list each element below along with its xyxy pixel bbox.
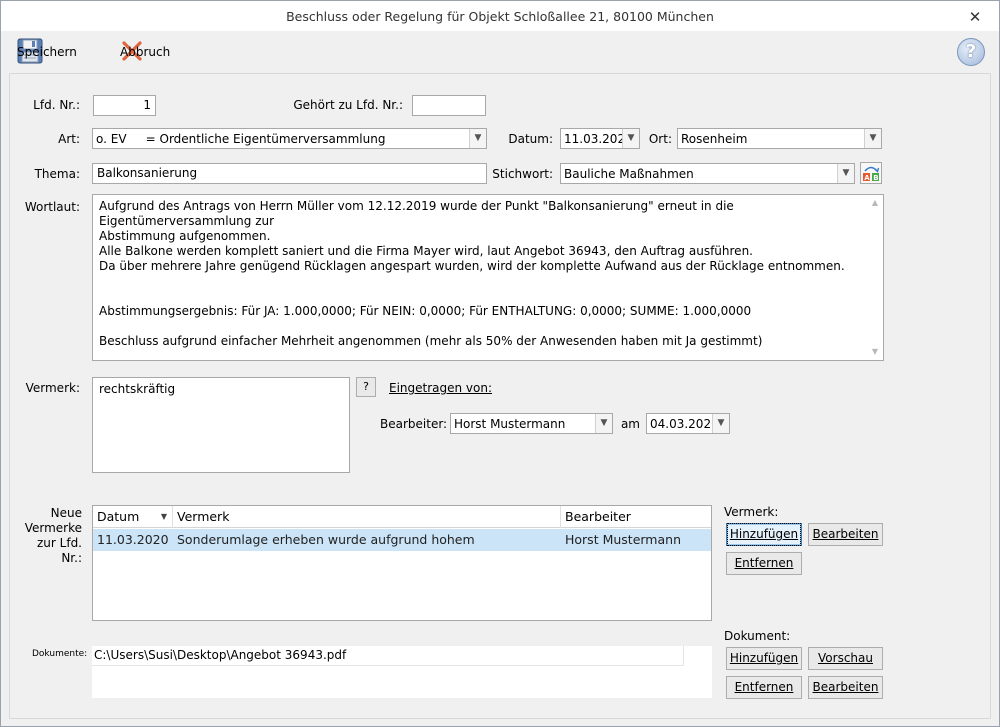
wortlaut-line: Alle Balkone werden komplett saniert und… — [99, 244, 753, 258]
chevron-down-icon[interactable]: ▼ — [837, 164, 854, 183]
neue-vermerke-label-line: Neue — [50, 506, 82, 520]
dialog-window: Beschluss oder Regelung für Objekt Schlo… — [0, 0, 1000, 727]
dokument-actions-label: Dokument: — [724, 629, 791, 643]
cell-vermerk: Sonderumlage erheben wurde aufgrund hohe… — [177, 532, 475, 547]
dokument-add-label: Hinzufügen — [729, 651, 799, 665]
form-panel: Lfd. Nr.: 1 Gehört zu Lfd. Nr.: Art: o. … — [9, 73, 991, 719]
vermerk-add-label: Hinzufügen — [726, 523, 802, 546]
wortlaut-textarea[interactable]: Aufgrund des Antrags von Herrn Müller vo… — [92, 194, 884, 361]
bearbeiter-select-value: Horst Mustermann — [454, 417, 566, 431]
am-label: am — [620, 417, 640, 431]
dokument-preview-label: Vorschau — [818, 651, 873, 665]
cell-bearbeiter: Horst Mustermann — [565, 532, 681, 547]
bearbeiter-select[interactable]: Horst Mustermann ▼ — [450, 413, 613, 434]
lfd-nr-label: Lfd. Nr.: — [33, 98, 80, 112]
chevron-down-icon[interactable]: ▼ — [469, 129, 486, 148]
scroll-down-icon[interactable]: ▼ — [867, 344, 883, 360]
title-bar: Beschluss oder Regelung für Objekt Schlo… — [1, 1, 999, 31]
lfd-nr-input[interactable]: 1 — [93, 95, 156, 116]
list-item[interactable]: C:\Users\Susi\Desktop\Angebot 36943.pdf — [92, 646, 684, 666]
column-header-bearbeiter[interactable]: Bearbeiter — [561, 506, 711, 528]
eingetragen-von-label: Eingetragen von: — [389, 381, 493, 395]
vermerk-textarea[interactable]: rechtskräftig — [92, 377, 350, 473]
vermerk-actions-label: Vermerk: — [724, 505, 779, 519]
chevron-down-icon[interactable]: ▼ — [712, 414, 729, 433]
datum-label: Datum: — [508, 132, 553, 146]
chevron-down-icon[interactable]: ▼ — [622, 129, 639, 148]
toolbar: Speichern Abbruch ? — [9, 31, 991, 73]
table-header: Datum ▼ Vermerk Bearbeiter — [93, 506, 711, 528]
dokument-preview-button[interactable]: Vorschau — [808, 647, 883, 670]
art-select-value: o. EV = Ordentliche Eigentümerversammlun… — [96, 132, 386, 146]
vermerk-remove-button[interactable]: Entfernen — [726, 552, 802, 575]
cancel-button[interactable]: Abbruch — [120, 38, 170, 66]
column-header-datum[interactable]: Datum ▼ — [93, 506, 173, 528]
vermerk-remove-label: Entfernen — [734, 556, 794, 570]
column-header-datum-label: Datum — [97, 509, 140, 524]
dokument-edit-label: Bearbeiten — [812, 680, 879, 694]
vermerke-table[interactable]: Datum ▼ Vermerk Bearbeiter 11.03.2020 So… — [92, 505, 712, 621]
help-icon[interactable]: ? — [957, 38, 985, 66]
bearbeiter-label: Bearbeiter: — [380, 417, 448, 431]
wortlaut-line: Abstimmung aufgenommen. — [99, 229, 271, 243]
dokumente-list[interactable]: C:\Users\Susi\Desktop\Angebot 36943.pdf — [92, 646, 712, 698]
vermerk-add-button[interactable]: Hinzufügen — [726, 523, 802, 546]
neue-vermerke-label-line: Nr.: — [61, 551, 82, 565]
stichwort-label: Stichwort: — [492, 167, 553, 181]
thema-label: Thema: — [34, 167, 80, 181]
svg-text:A: A — [864, 174, 870, 182]
wortlaut-line: Da über mehrere Jahre genügend Rücklagen… — [99, 259, 845, 273]
sort-down-icon: ▼ — [160, 512, 167, 521]
am-date-value: 04.03.2020 — [650, 417, 719, 431]
datum-select[interactable]: 11.03.2020 ▼ — [560, 128, 640, 149]
neue-vermerke-label-line: Vermerke — [24, 521, 82, 535]
stichwort-select-value: Bauliche Maßnahmen — [564, 167, 694, 181]
art-label: Art: — [58, 132, 80, 146]
gehoert-zu-input[interactable] — [412, 95, 486, 116]
gehoert-zu-label: Gehört zu Lfd. Nr.: — [293, 98, 403, 112]
vermerk-help-button[interactable]: ? — [356, 377, 376, 397]
dokument-remove-button[interactable]: Entfernen — [726, 676, 802, 699]
column-header-vermerk[interactable]: Vermerk — [173, 506, 561, 528]
vermerk-label: Vermerk: — [25, 381, 80, 395]
table-row[interactable]: 11.03.2020 Sonderumlage erheben wurde au… — [93, 529, 711, 551]
wortlaut-scrollbar[interactable]: ▲ ▼ — [867, 195, 883, 360]
cell-datum: 11.03.2020 — [97, 532, 169, 547]
save-button[interactable]: Speichern — [17, 38, 77, 66]
dokument-remove-label: Entfernen — [734, 680, 794, 694]
stichwort-select[interactable]: Bauliche Maßnahmen ▼ — [560, 163, 855, 184]
dokumente-label: Dokumente: — [32, 649, 88, 659]
chevron-down-icon[interactable]: ▼ — [595, 414, 612, 433]
wortlaut-line: Aufgrund des Antrags von Herrn Müller vo… — [99, 199, 734, 228]
art-select[interactable]: o. EV = Ordentliche Eigentümerversammlun… — [92, 128, 487, 149]
thema-input[interactable]: Balkonsanierung — [92, 163, 487, 184]
ort-select-value: Rosenheim — [681, 132, 748, 146]
neue-vermerke-label: Neue Vermerke zur Lfd. Nr.: — [20, 506, 82, 566]
vermerk-edit-button[interactable]: Bearbeiten — [808, 523, 883, 546]
dokument-add-button[interactable]: Hinzufügen — [726, 647, 802, 670]
window-title: Beschluss oder Regelung für Objekt Schlo… — [286, 9, 714, 24]
scroll-up-icon[interactable]: ▲ — [867, 195, 883, 211]
save-label: Speichern — [17, 45, 77, 59]
cancel-label: Abbruch — [120, 45, 171, 59]
close-button[interactable]: ✕ — [965, 9, 985, 25]
sort-ab-icon[interactable]: A B — [860, 162, 882, 184]
dokument-edit-button[interactable]: Bearbeiten — [808, 676, 883, 699]
svg-text:B: B — [873, 174, 878, 182]
wortlaut-label: Wortlaut: — [24, 200, 80, 214]
wortlaut-line: Abstimmungsergebnis: Für JA: 1.000,0000;… — [99, 304, 752, 318]
am-date-select[interactable]: 04.03.2020 ▼ — [646, 413, 730, 434]
wortlaut-line: Beschluss aufgrund einfacher Mehrheit an… — [99, 334, 763, 348]
vermerk-edit-label: Bearbeiten — [812, 527, 879, 541]
chevron-down-icon[interactable]: ▼ — [864, 129, 881, 148]
ort-select[interactable]: Rosenheim ▼ — [677, 128, 882, 149]
ort-label: Ort: — [648, 132, 672, 146]
neue-vermerke-label-line: zur Lfd. — [37, 536, 82, 550]
